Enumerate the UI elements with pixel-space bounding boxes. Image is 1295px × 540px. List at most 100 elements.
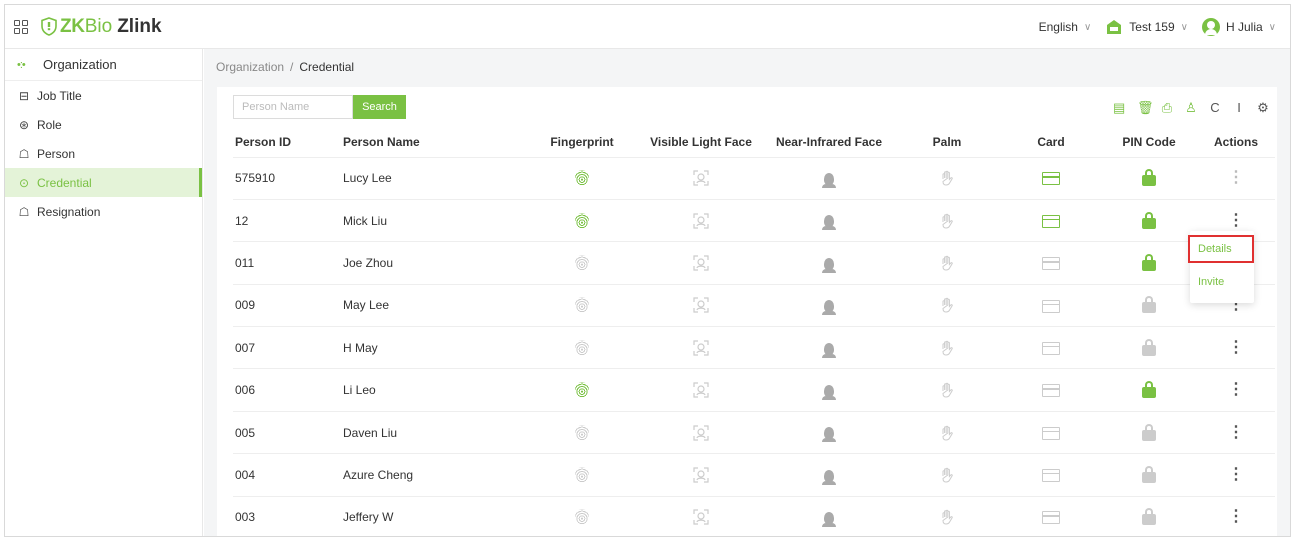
more-actions-icon[interactable]: ⋮ (1228, 169, 1244, 186)
near-infrared-face-cell[interactable] (765, 368, 893, 412)
card-cell[interactable] (1001, 368, 1101, 412)
palm-cell[interactable] (893, 199, 1001, 243)
card-cell[interactable] (1001, 411, 1101, 455)
search-button[interactable]: Search (353, 95, 406, 119)
pin-code-cell[interactable] (1101, 157, 1197, 200)
fingerprint-cell[interactable] (527, 199, 637, 243)
pin-code-cell[interactable] (1101, 199, 1197, 243)
visible-light-face-cell[interactable] (637, 411, 765, 455)
more-actions-icon[interactable]: ⋮ (1228, 424, 1244, 441)
pin-code-cell[interactable] (1101, 411, 1197, 455)
sidebar-item-credential[interactable]: ⊙ Credential (5, 168, 202, 197)
palm-cell[interactable] (893, 284, 1001, 328)
fingerprint-cell[interactable] (527, 368, 637, 412)
palm-cell[interactable] (893, 241, 1001, 285)
fingerprint-cell[interactable] (527, 326, 637, 370)
card-cell[interactable] (1001, 453, 1101, 497)
palm-cell[interactable] (893, 326, 1001, 370)
visible-light-face-icon (693, 340, 709, 356)
near-infrared-face-cell[interactable] (765, 453, 893, 497)
table-row[interactable]: 004 Azure Cheng ⋮ (233, 453, 1275, 497)
chevron-down-icon: ∨ (1268, 21, 1276, 33)
pin-code-cell[interactable] (1101, 284, 1197, 328)
sidebar-item-role[interactable]: ⊛ Role (5, 110, 202, 139)
near-infrared-face-icon (822, 384, 836, 400)
near-infrared-face-cell[interactable] (765, 496, 893, 536)
near-infrared-face-cell[interactable] (765, 241, 893, 285)
print-icon[interactable]: ⎙ (1161, 101, 1173, 115)
fingerprint-icon (575, 339, 589, 356)
sidebar-item-resignation[interactable]: ☖ Resignation (5, 197, 202, 226)
person-icon[interactable]: ♙ (1185, 101, 1197, 115)
person-name-search-input[interactable] (233, 95, 353, 119)
more-actions-icon[interactable]: ⋮ (1228, 466, 1244, 483)
refresh-icon[interactable]: C (1209, 101, 1221, 115)
table-row[interactable]: 009 May Lee ⋮ (233, 284, 1275, 328)
more-actions-icon[interactable]: ⋮ (1228, 508, 1244, 525)
palm-cell[interactable] (893, 453, 1001, 497)
card-cell[interactable] (1001, 284, 1101, 328)
visible-light-face-cell[interactable] (637, 199, 765, 243)
details-menu-item[interactable]: Details (1188, 235, 1254, 263)
fingerprint-cell[interactable] (527, 453, 637, 497)
near-infrared-face-cell[interactable] (765, 326, 893, 370)
palm-cell[interactable] (893, 496, 1001, 536)
sidebar-item-job-title[interactable]: ⊟ Job Title (5, 81, 202, 110)
visible-light-face-cell[interactable] (637, 284, 765, 328)
table-row[interactable]: 575910 Lucy Lee ⋮ (233, 157, 1275, 200)
visible-light-face-icon (693, 170, 709, 186)
card-cell[interactable] (1001, 199, 1101, 243)
pin-code-cell[interactable] (1101, 496, 1197, 536)
company-selector[interactable]: Test 159 ∨ (1105, 19, 1188, 35)
fingerprint-cell[interactable] (527, 284, 637, 328)
palm-icon (942, 298, 953, 313)
export-icon[interactable]: ▤ (1113, 101, 1125, 115)
card-cell[interactable] (1001, 326, 1101, 370)
visible-light-face-cell[interactable] (637, 453, 765, 497)
near-infrared-face-cell[interactable] (765, 157, 893, 200)
visible-light-face-cell[interactable] (637, 326, 765, 370)
delete-icon[interactable]: 🗑︎ (1137, 101, 1154, 115)
more-actions-icon[interactable]: ⋮ (1228, 381, 1244, 398)
breadcrumb-current: Credential (299, 60, 355, 74)
breadcrumb-parent[interactable]: Organization (216, 60, 284, 74)
card-cell[interactable] (1001, 496, 1101, 536)
column-filter-icon[interactable]: I (1233, 101, 1245, 115)
more-actions-icon[interactable]: ⋮ (1228, 212, 1244, 229)
visible-light-face-cell[interactable] (637, 241, 765, 285)
table-row[interactable]: 007 H May ⋮ (233, 326, 1275, 370)
invite-menu-item[interactable]: Invite (1190, 269, 1254, 295)
table-row[interactable]: 005 Daven Liu ⋮ (233, 411, 1275, 455)
pin-code-cell[interactable] (1101, 453, 1197, 497)
user-menu[interactable]: H Julia ∨ (1201, 18, 1276, 36)
palm-cell[interactable] (893, 157, 1001, 200)
table-row[interactable]: 003 Jeffery W ⋮ (233, 496, 1275, 536)
language-selector[interactable]: English ∨ (1039, 20, 1092, 34)
settings-gear-icon[interactable]: ⚙ (1257, 101, 1269, 115)
fingerprint-cell[interactable] (527, 241, 637, 285)
visible-light-face-cell[interactable] (637, 157, 765, 200)
near-infrared-face-cell[interactable] (765, 411, 893, 455)
card-cell[interactable] (1001, 241, 1101, 285)
apps-grid-icon[interactable] (14, 19, 28, 34)
fingerprint-cell[interactable] (527, 496, 637, 536)
palm-icon (942, 510, 953, 525)
visible-light-face-cell[interactable] (637, 496, 765, 536)
palm-cell[interactable] (893, 368, 1001, 412)
pin-code-cell[interactable] (1101, 326, 1197, 370)
near-infrared-face-cell[interactable] (765, 284, 893, 328)
sidebar-item-person[interactable]: ☖ Person (5, 139, 202, 168)
visible-light-face-cell[interactable] (637, 368, 765, 412)
table-row[interactable]: 006 Li Leo ⋮ (233, 368, 1275, 412)
table-row[interactable]: 12 Mick Liu ⋮ (233, 199, 1275, 243)
pin-code-cell[interactable] (1101, 368, 1197, 412)
near-infrared-face-cell[interactable] (765, 199, 893, 243)
card-cell[interactable] (1001, 157, 1101, 200)
palm-cell[interactable] (893, 411, 1001, 455)
sidebar-header[interactable]: •:• Organization (5, 49, 202, 81)
more-actions-icon[interactable]: ⋮ (1228, 339, 1244, 356)
fingerprint-cell[interactable] (527, 157, 637, 200)
pin-code-cell[interactable] (1101, 241, 1197, 285)
table-row[interactable]: 011Joe Zhou⋮ (233, 241, 1275, 285)
fingerprint-cell[interactable] (527, 411, 637, 455)
